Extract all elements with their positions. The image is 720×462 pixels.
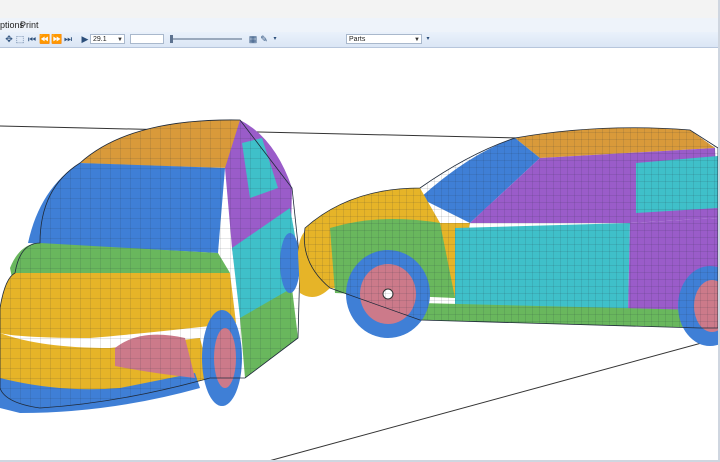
view-select[interactable]: Parts ▼ <box>346 34 422 44</box>
toolbar: ✥ ⬚ ⏮ ⏪ ⏩ ⏭ ▶ 29.1 ▼ ▦ ✎ ▾ Parts ▼ ▾ <box>0 32 720 48</box>
view-select-value: Parts <box>349 36 366 43</box>
menu-bar: ptions Print <box>0 18 720 32</box>
step-prev-icon[interactable]: ⏪ <box>39 34 50 44</box>
step-next-icon[interactable]: ⏩ <box>51 34 62 44</box>
menu-print[interactable]: Print <box>20 20 39 30</box>
tools-icon[interactable]: ✎ <box>259 34 269 44</box>
cursor-icon[interactable]: ⬚ <box>15 34 25 44</box>
time-slider-thumb[interactable] <box>170 35 173 43</box>
frame-select-value: 29.1 <box>93 36 107 43</box>
3d-viewport[interactable] <box>0 48 720 462</box>
step-back-icon[interactable]: ⏮ <box>27 34 37 44</box>
step-forward-icon[interactable]: ⏭ <box>63 34 73 44</box>
caret-icon[interactable]: ▾ <box>423 34 433 44</box>
caret-icon[interactable]: ▾ <box>270 34 280 44</box>
left-car-mesh[interactable] <box>0 119 301 413</box>
chevron-down-icon: ▼ <box>117 37 123 43</box>
camera-icon[interactable]: ▦ <box>248 34 258 44</box>
chevron-down-icon: ▼ <box>414 37 420 43</box>
play-icon[interactable]: ▶ <box>80 34 90 44</box>
time-slider-track[interactable] <box>170 38 242 40</box>
right-car-mesh[interactable] <box>298 127 720 346</box>
secondary-field[interactable] <box>130 34 164 44</box>
arrow-select-icon[interactable]: ✥ <box>4 34 14 44</box>
frame-select[interactable]: 29.1 ▼ <box>90 34 125 44</box>
ground-line <box>264 337 720 462</box>
window-top-strip <box>0 0 720 19</box>
